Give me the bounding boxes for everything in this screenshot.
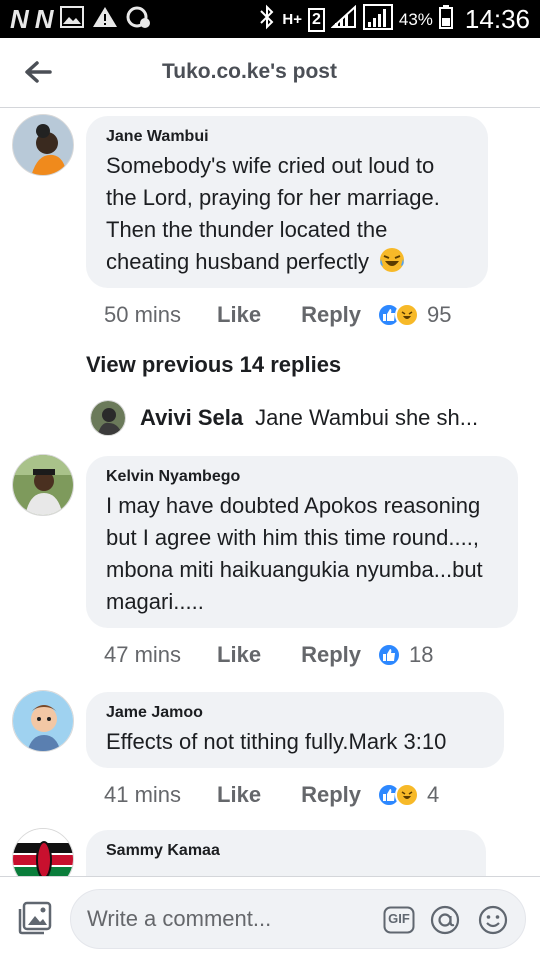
battery-percent: 43% [398, 9, 433, 29]
status-bar: N N H+ 2 43% 14:36 [0, 0, 540, 38]
reaction-count[interactable]: 18 [409, 642, 433, 668]
clock: 14:36 [464, 4, 530, 34]
signal-icon [330, 4, 357, 34]
page-title: Tuko.co.ke's post [162, 60, 337, 83]
like-button[interactable]: Like [217, 782, 261, 808]
comment-time[interactable]: 41 mins [104, 782, 181, 808]
like-reaction-icon [377, 643, 401, 667]
comment-meta: 47 mins Like Reply 18 [104, 642, 433, 668]
comment-meta: 50 mins Like Reply 95 [104, 302, 451, 328]
data-saver-icon [126, 5, 150, 34]
comment-text: Effects of not tithing fully.Mark 3:10 [106, 729, 447, 754]
comment-composer: GIF [0, 876, 540, 960]
comment-author[interactable]: Jane Wambui [106, 128, 470, 146]
comment-time[interactable]: 50 mins [104, 302, 181, 328]
avatar[interactable] [12, 690, 74, 752]
comment-author[interactable]: Sammy Kamaa [106, 842, 468, 860]
comment-bubble[interactable]: Jame Jamoo Effects of not tithing fully.… [86, 692, 504, 768]
reactions[interactable] [377, 303, 419, 327]
comment-meta: 41 mins Like Reply 4 [104, 782, 439, 808]
reply-button[interactable]: Reply [301, 642, 361, 668]
carrier-n-icon: N [34, 4, 54, 34]
comment-author[interactable]: Kelvin Nyambego [106, 468, 500, 486]
gif-label: GIF [388, 911, 410, 926]
emoji-button[interactable] [477, 904, 509, 936]
reply-text: Jane Wambui she sh... [255, 405, 479, 430]
reactions[interactable] [377, 643, 401, 667]
reply-preview[interactable]: Avivi Sela Jane Wambui she sh... [90, 400, 478, 436]
reaction-count[interactable]: 95 [427, 302, 451, 328]
gallery-notification-icon [59, 6, 84, 33]
warning-icon [92, 6, 118, 33]
view-previous-replies[interactable]: View previous 14 replies [86, 352, 341, 378]
avatar[interactable] [12, 454, 74, 516]
back-button[interactable] [20, 54, 56, 90]
like-button[interactable]: Like [217, 302, 261, 328]
arrow-left-icon [25, 61, 52, 83]
reply-button[interactable]: Reply [301, 302, 361, 328]
reaction-count[interactable]: 4 [427, 782, 439, 808]
comment-bubble[interactable]: Kelvin Nyambego I may have doubted Apoko… [86, 456, 518, 628]
reply-author[interactable]: Avivi Sela [140, 405, 243, 431]
bluetooth-icon [258, 4, 276, 35]
comment-text: I may have doubted Apokos reasoning but … [106, 493, 483, 614]
emoji-icon [478, 905, 508, 935]
photo-button[interactable] [18, 901, 52, 935]
comment-author[interactable]: Jame Jamoo [106, 704, 486, 722]
comment-input[interactable] [87, 902, 377, 936]
comment-bubble[interactable]: Jane Wambui Somebody's wife cried out lo… [86, 116, 488, 288]
comment-input-box[interactable]: GIF [70, 889, 526, 949]
haha-reaction-icon [395, 783, 419, 807]
battery-icon [438, 5, 453, 34]
photo-icon [18, 901, 52, 935]
carrier-n-icon: N [10, 4, 29, 34]
like-button[interactable]: Like [217, 642, 261, 668]
gif-button[interactable]: GIF [383, 904, 415, 936]
network-type: H+ [282, 11, 302, 28]
reactions[interactable] [377, 783, 419, 807]
mention-button[interactable] [429, 904, 461, 936]
avatar[interactable] [12, 114, 74, 176]
laughing-emoji-icon [380, 248, 405, 272]
avatar[interactable] [90, 400, 126, 436]
signal-icon [362, 4, 393, 35]
haha-reaction-icon [395, 303, 419, 327]
reply-button[interactable]: Reply [301, 782, 361, 808]
sim-badge: 2 [307, 7, 325, 32]
comment-time[interactable]: 47 mins [104, 642, 181, 668]
post-header: Tuko.co.ke's post [0, 38, 540, 108]
mention-icon [430, 905, 460, 935]
